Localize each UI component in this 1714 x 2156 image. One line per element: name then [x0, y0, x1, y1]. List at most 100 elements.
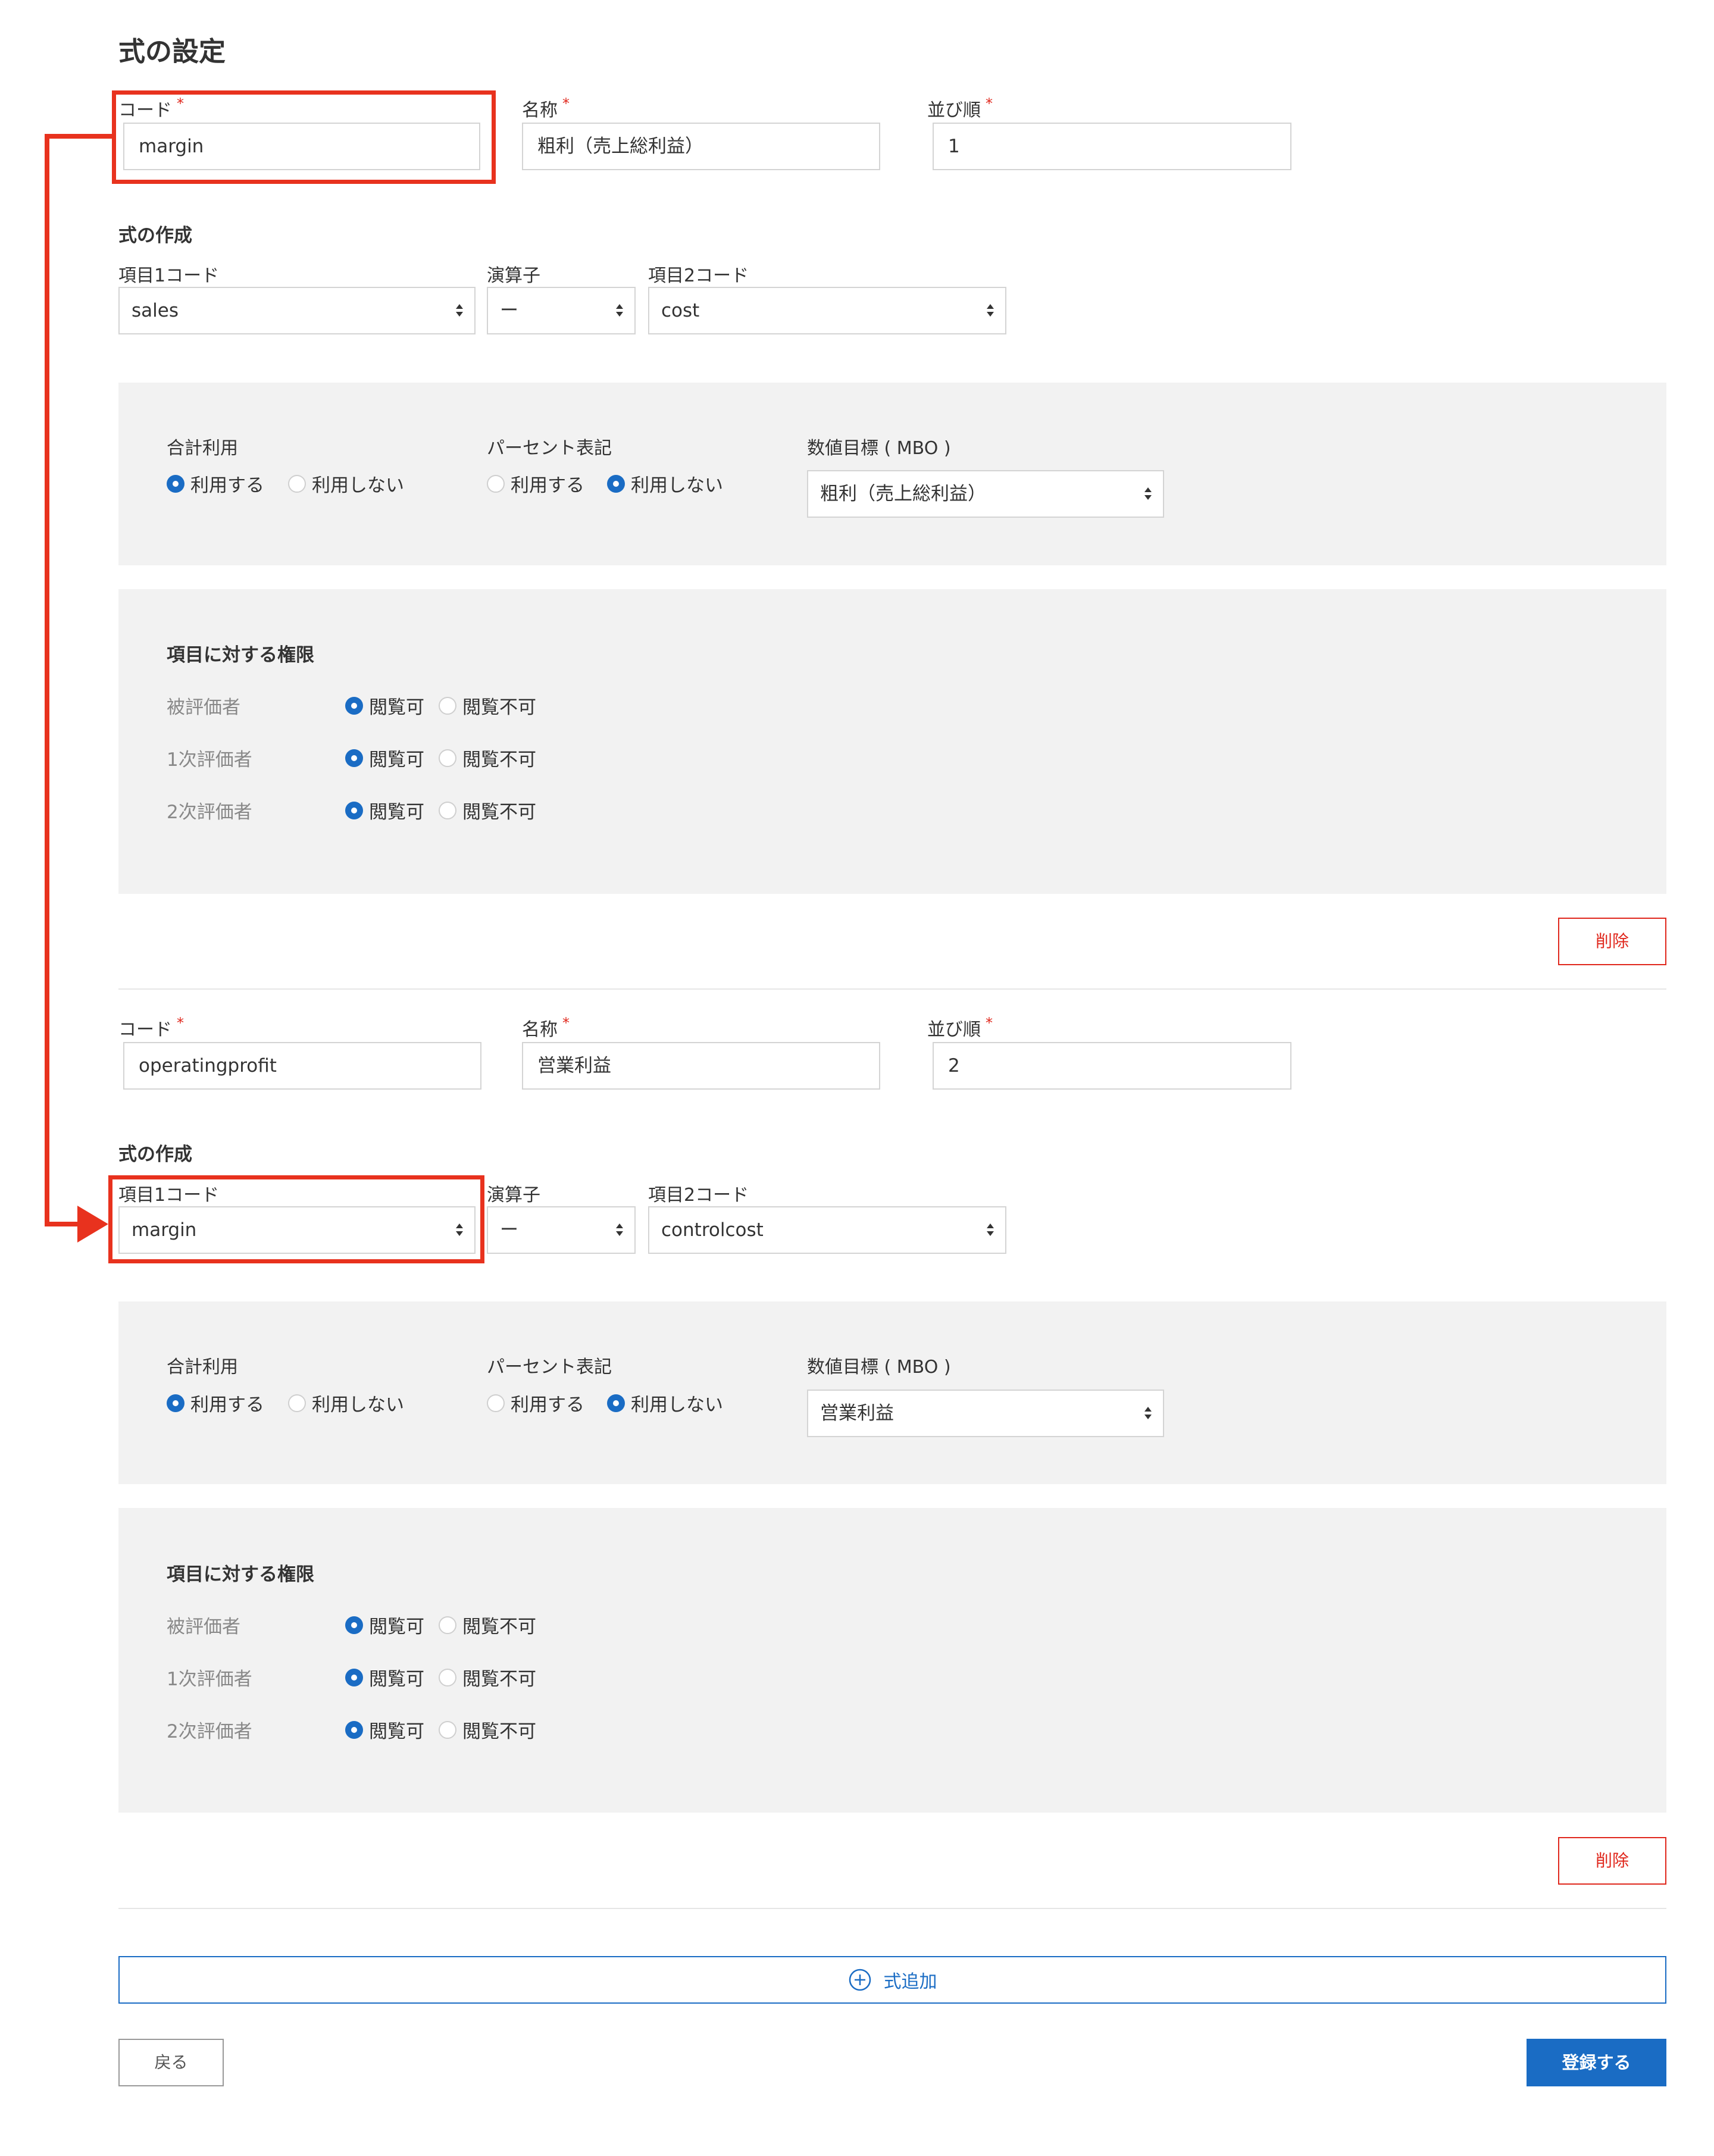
select-arrows-icon	[984, 288, 997, 333]
back-button[interactable]: 戻る	[118, 2039, 224, 2086]
radio-unchecked-icon[interactable]	[439, 801, 456, 819]
role-label: 1次評価者	[167, 749, 252, 771]
permissions-panel	[118, 589, 1666, 894]
item2-code-select[interactable]: controlcost	[648, 1206, 1006, 1254]
total-use-label: 合計利用	[167, 1357, 238, 1378]
role3-not-viewable-option[interactable]: 閲覧不可	[439, 797, 536, 824]
divider	[118, 988, 1666, 990]
radio-checked-icon[interactable]	[345, 801, 363, 819]
role1-viewable-option[interactable]: 閲覧可	[345, 1611, 424, 1638]
connector-line	[45, 134, 49, 1226]
code-input[interactable]: operatingprofit	[123, 1042, 481, 1090]
item2-code-label: 項目2コード	[648, 1185, 749, 1206]
radio-unchecked-icon[interactable]	[439, 696, 456, 715]
submit-button[interactable]: 登録する	[1527, 2039, 1666, 2086]
radio-unchecked-icon[interactable]	[487, 1394, 505, 1412]
permissions-title: 項目に対する権限	[167, 644, 314, 666]
radio-unchecked-icon[interactable]	[439, 749, 456, 767]
role2-not-viewable-option[interactable]: 閲覧不可	[439, 744, 536, 771]
order-label: 並び順 *	[927, 95, 993, 121]
select-arrows-icon	[1141, 1391, 1155, 1436]
role1-not-viewable-option[interactable]: 閲覧不可	[439, 1611, 536, 1638]
operator-label: 演算子	[487, 1185, 540, 1206]
radio-checked-icon[interactable]	[167, 474, 184, 493]
mbo-label: 数値目標 ( MBO )	[807, 438, 951, 459]
code-label: コード *	[118, 95, 184, 121]
order-input[interactable]: 2	[933, 1042, 1291, 1090]
radio-checked-icon[interactable]	[607, 1394, 625, 1412]
radio-unchecked-icon[interactable]	[487, 474, 505, 493]
radio-checked-icon[interactable]	[345, 696, 363, 715]
radio-checked-icon[interactable]	[167, 1394, 184, 1412]
order-label: 並び順 *	[927, 1015, 993, 1040]
radio-checked-icon[interactable]	[607, 474, 625, 493]
percent-use-option[interactable]: 利用する	[487, 1390, 584, 1416]
radio-checked-icon[interactable]	[345, 1720, 363, 1739]
name-label: 名称 *	[522, 95, 570, 121]
role3-not-viewable-option[interactable]: 閲覧不可	[439, 1716, 536, 1743]
mbo-select[interactable]: 営業利益	[807, 1390, 1164, 1437]
code-label: コード *	[118, 1015, 184, 1040]
role1-not-viewable-option[interactable]: 閲覧不可	[439, 692, 536, 719]
item1-code-label: 項目1コード	[118, 1185, 220, 1206]
role2-viewable-option[interactable]: 閲覧可	[345, 744, 424, 771]
role3-viewable-option[interactable]: 閲覧可	[345, 797, 424, 824]
total-use-not-use-option[interactable]: 利用しない	[288, 470, 404, 497]
plus-circle-icon	[849, 1969, 871, 1991]
delete-button[interactable]: 削除	[1558, 918, 1666, 965]
permissions-title: 項目に対する権限	[167, 1564, 314, 1585]
role-label: 2次評価者	[167, 1721, 252, 1742]
delete-button[interactable]: 削除	[1558, 1837, 1666, 1885]
add-formula-button[interactable]: 式追加	[118, 1956, 1666, 2004]
add-formula-label: 式追加	[883, 1972, 937, 1992]
percent-use-option[interactable]: 利用する	[487, 470, 584, 497]
role1-viewable-option[interactable]: 閲覧可	[345, 692, 424, 719]
mbo-label: 数値目標 ( MBO )	[807, 1357, 951, 1378]
formula-section-title: 式の作成	[118, 225, 192, 246]
role2-not-viewable-option[interactable]: 閲覧不可	[439, 1664, 536, 1691]
name-input[interactable]: 粗利（売上総利益）	[522, 123, 880, 170]
percent-not-use-option[interactable]: 利用しない	[607, 470, 723, 497]
total-use-use-option[interactable]: 利用する	[167, 1390, 264, 1416]
name-input[interactable]: 営業利益	[522, 1042, 880, 1090]
percent-display-label: パーセント表記	[487, 1357, 612, 1378]
select-arrows-icon	[453, 288, 466, 333]
total-use-use-option[interactable]: 利用する	[167, 470, 264, 497]
role-label: 被評価者	[167, 697, 240, 718]
total-use-label: 合計利用	[167, 438, 238, 459]
item1-code-select[interactable]: margin	[118, 1206, 476, 1254]
radio-unchecked-icon[interactable]	[439, 1720, 456, 1739]
role2-viewable-option[interactable]: 閲覧可	[345, 1664, 424, 1691]
item1-code-label: 項目1コード	[118, 265, 220, 286]
operator-label: 演算子	[487, 265, 540, 286]
radio-unchecked-icon[interactable]	[288, 1394, 306, 1412]
item1-code-select[interactable]: sales	[118, 287, 476, 334]
percent-not-use-option[interactable]: 利用しない	[607, 1390, 723, 1416]
radio-unchecked-icon[interactable]	[439, 1668, 456, 1686]
permissions-panel	[118, 1508, 1666, 1813]
radio-checked-icon[interactable]	[345, 1616, 363, 1634]
name-label: 名称 *	[522, 1015, 570, 1040]
formula-section-title: 式の作成	[118, 1144, 192, 1165]
radio-unchecked-icon[interactable]	[288, 474, 306, 493]
role-label: 1次評価者	[167, 1669, 252, 1690]
connector-line	[45, 134, 114, 139]
radio-unchecked-icon[interactable]	[439, 1616, 456, 1634]
page-title: 式の設定	[118, 36, 226, 67]
role-label: 2次評価者	[167, 802, 252, 823]
order-input[interactable]: 1	[933, 123, 1291, 170]
operator-select[interactable]: ー	[487, 1206, 636, 1254]
percent-display-label: パーセント表記	[487, 438, 612, 459]
operator-select[interactable]: ー	[487, 287, 636, 334]
total-use-not-use-option[interactable]: 利用しない	[288, 1390, 404, 1416]
radio-checked-icon[interactable]	[345, 1668, 363, 1686]
item2-code-label: 項目2コード	[648, 265, 749, 286]
mbo-select[interactable]: 粗利（売上総利益）	[807, 470, 1164, 518]
item2-code-select[interactable]: cost	[648, 287, 1006, 334]
code-input[interactable]: margin	[123, 123, 480, 170]
role-label: 被評価者	[167, 1616, 240, 1638]
select-arrows-icon	[1141, 471, 1155, 517]
role3-viewable-option[interactable]: 閲覧可	[345, 1716, 424, 1743]
radio-checked-icon[interactable]	[345, 749, 363, 767]
arrow-head-icon	[77, 1206, 108, 1243]
